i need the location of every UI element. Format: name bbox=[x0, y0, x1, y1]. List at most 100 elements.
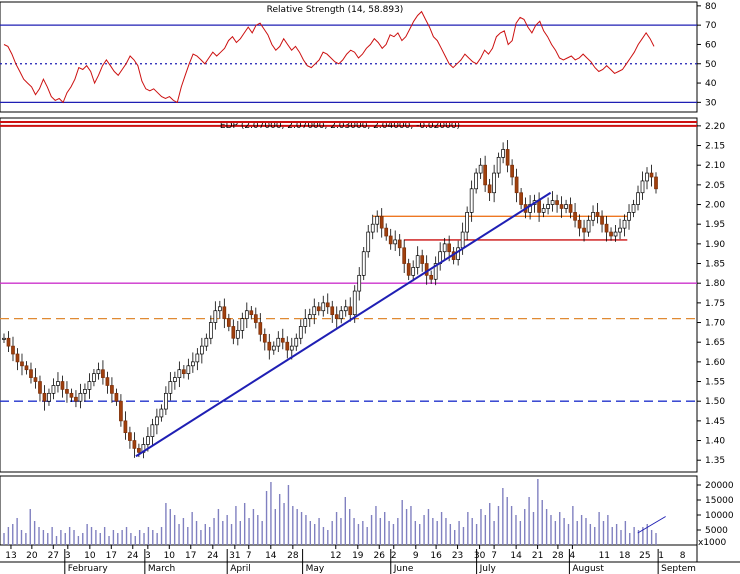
y-tick-label: 1.95 bbox=[705, 220, 725, 230]
candle-body bbox=[249, 310, 254, 316]
candle-body bbox=[442, 243, 447, 253]
candle-body bbox=[649, 172, 654, 178]
x-tick-label: 10 bbox=[84, 551, 96, 561]
candle-body bbox=[159, 408, 164, 418]
y-tick-label: 1.75 bbox=[705, 299, 725, 309]
x-tick-label: 19 bbox=[352, 551, 364, 561]
x-tick-label: 3 bbox=[145, 551, 151, 561]
candle-body bbox=[600, 215, 604, 225]
x-tick-label: 17 bbox=[106, 551, 117, 561]
x-tick-label: 7 bbox=[491, 551, 497, 561]
candle-body bbox=[177, 369, 182, 378]
candle-body bbox=[397, 239, 402, 249]
candle-body bbox=[307, 314, 312, 319]
candle-body bbox=[550, 200, 555, 205]
candle-body bbox=[631, 204, 636, 213]
y-tick-label: 50 bbox=[705, 60, 717, 70]
candle-body bbox=[609, 231, 613, 237]
y-tick-label: 2.10 bbox=[705, 161, 725, 171]
y-tick-label: 70 bbox=[705, 21, 717, 31]
candle-body bbox=[199, 345, 204, 355]
candle-body bbox=[195, 353, 200, 363]
candle-body bbox=[114, 392, 119, 402]
candle-body bbox=[217, 306, 222, 312]
candle-body bbox=[51, 385, 56, 394]
candle-body bbox=[334, 314, 339, 319]
candle-body bbox=[420, 255, 425, 264]
candle-body bbox=[312, 306, 317, 316]
y-tick-label: 10000 bbox=[705, 511, 734, 521]
candle-body bbox=[235, 330, 240, 339]
y-tick-label: 1.60 bbox=[705, 358, 725, 368]
candle-body bbox=[483, 164, 487, 186]
candle-body bbox=[618, 227, 622, 233]
x-tick-label: 24 bbox=[127, 551, 139, 561]
candle-body bbox=[645, 172, 649, 182]
candle-body bbox=[474, 172, 478, 190]
y-tick-label: 2.05 bbox=[705, 181, 725, 191]
candle-body bbox=[559, 204, 564, 209]
candle-body bbox=[83, 389, 87, 394]
candle-body bbox=[258, 322, 263, 335]
candle-body bbox=[366, 231, 371, 253]
candle-body bbox=[330, 306, 335, 316]
candle-body bbox=[271, 345, 276, 351]
candle-body bbox=[132, 440, 137, 449]
x-tick-label: 17 bbox=[185, 551, 196, 561]
candle-body bbox=[591, 212, 595, 221]
x-tick-label: 28 bbox=[552, 551, 564, 561]
candle-body bbox=[128, 432, 132, 441]
x-tick-label: 18 bbox=[619, 551, 631, 561]
candle-body bbox=[137, 448, 141, 453]
candle-body bbox=[411, 267, 416, 276]
y-tick-label: 2.15 bbox=[705, 142, 725, 152]
candle-body bbox=[226, 318, 231, 327]
candle-body bbox=[402, 247, 407, 264]
candle-body bbox=[69, 392, 74, 398]
candle-body bbox=[33, 377, 38, 382]
candle-body bbox=[15, 353, 20, 363]
candle-body bbox=[24, 365, 29, 371]
chart-background bbox=[0, 0, 740, 574]
month-label: March bbox=[148, 564, 175, 574]
candle-body bbox=[78, 392, 83, 402]
x-tick-label: 2 bbox=[391, 551, 397, 561]
candle-body bbox=[267, 341, 272, 351]
x-tick-label: 3 bbox=[65, 551, 71, 561]
candle-body bbox=[379, 215, 384, 229]
y-tick-label: 40 bbox=[705, 79, 717, 89]
candle-body bbox=[105, 377, 110, 386]
candle-body bbox=[56, 381, 60, 386]
candle-body bbox=[150, 424, 155, 437]
stock-chart: 30 40 50 60 70 80 Relative Strength (14, 58.89… bbox=[0, 0, 740, 574]
candle-body bbox=[582, 227, 586, 233]
y-tick-label: 1.40 bbox=[705, 437, 725, 447]
y-tick-label: 1.50 bbox=[705, 397, 725, 407]
x-tick-label: 11 bbox=[599, 551, 610, 561]
candle-body bbox=[186, 365, 191, 375]
x-tick-label: 27 bbox=[48, 551, 59, 561]
candle-body bbox=[303, 318, 308, 327]
candle-body bbox=[487, 184, 492, 194]
candle-body bbox=[348, 306, 353, 316]
x-tick-label: 30 bbox=[474, 551, 486, 561]
x-tick-label: 16 bbox=[430, 551, 442, 561]
month-label: July bbox=[479, 564, 497, 574]
x-tick-label: 31 bbox=[229, 551, 240, 561]
y-tick-label: 5000 bbox=[705, 526, 728, 536]
candle-body bbox=[429, 274, 434, 280]
y-tick-label: 1.55 bbox=[705, 378, 725, 388]
y-tick-label: 30 bbox=[705, 98, 717, 108]
candle-body bbox=[573, 212, 577, 221]
x-tick-label: 21 bbox=[532, 551, 543, 561]
candle-body bbox=[564, 204, 568, 209]
candle-body bbox=[496, 156, 501, 174]
y-tick-label: 2.00 bbox=[705, 201, 725, 211]
candle-body bbox=[280, 337, 285, 343]
candle-body bbox=[253, 314, 258, 323]
y-tick-label: 1.85 bbox=[705, 260, 725, 270]
candle-body bbox=[415, 255, 420, 268]
y-tick-label: 1.45 bbox=[705, 417, 725, 427]
candle-body bbox=[316, 306, 321, 312]
candle-body bbox=[577, 219, 582, 229]
